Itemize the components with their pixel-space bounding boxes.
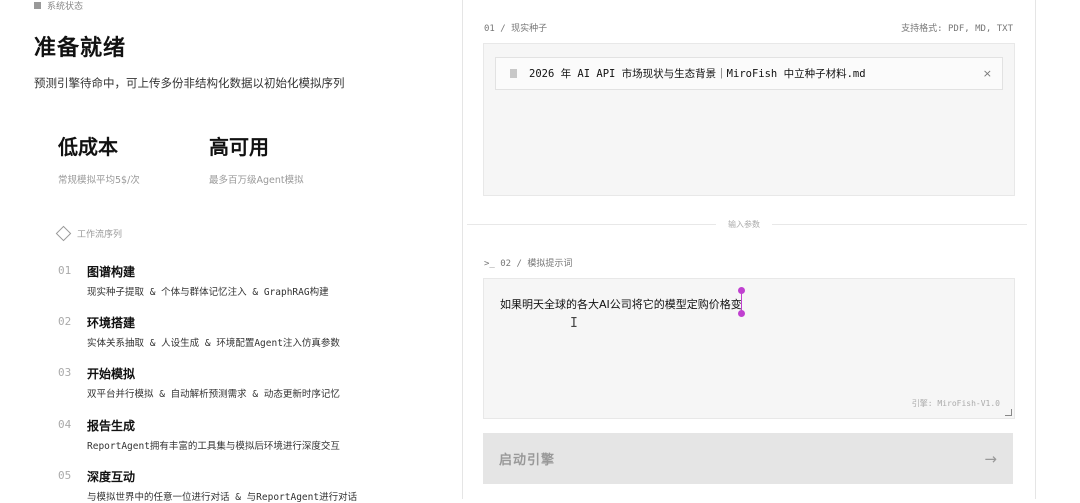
status-label: 系统状态 <box>47 2 84 12</box>
metric-high-availability: 高可用 最多百万级Agent模拟 <box>209 131 304 186</box>
supported-formats: 支持格式: PDF, MD, TXT <box>901 24 1013 34</box>
seed-file-name: 2026 年 AI API 市场现状与生态背景｜MiroFish 中立种子材料.… <box>529 68 866 80</box>
step-description: 与模拟世界中的任意一位进行对话 & 与ReportAgent进行对话 <box>87 492 358 503</box>
console-panel: 01 / 现实种子 支持格式: PDF, MD, TXT 2026 年 AI A… <box>463 0 1035 499</box>
system-status: 系统状态 <box>34 0 83 12</box>
resize-handle-icon[interactable] <box>1005 409 1012 416</box>
panel-edge <box>1035 0 1036 499</box>
seed-label: 01 / 现实种子 <box>484 24 548 34</box>
intro-panel: 系统状态 准备就绪 预测引擎待命中，可上传多份非结构化数据以初始化模拟序列 低成… <box>0 0 462 503</box>
selection-line <box>741 292 742 311</box>
metric-caption: 常规模拟平均5$/次 <box>58 175 140 186</box>
step-title: 报告生成 <box>87 419 136 433</box>
engine-version: 引擎: MiroFish-V1.0 <box>911 399 1000 408</box>
start-engine-label: 启动引擎 <box>499 453 556 468</box>
workflow-header: 工作流序列 <box>55 225 123 242</box>
step-number: 04 <box>58 418 72 431</box>
step-title: 开始模拟 <box>87 367 136 381</box>
remove-file-icon[interactable]: × <box>983 67 992 80</box>
metric-caption: 最多百万级Agent模拟 <box>209 175 304 186</box>
document-icon <box>510 69 517 78</box>
arrow-right-icon: → <box>984 449 997 468</box>
step-title: 环境搭建 <box>87 316 136 330</box>
seed-dropzone[interactable]: 2026 年 AI API 市场现状与生态背景｜MiroFish 中立种子材料.… <box>483 43 1015 196</box>
metric-title: 高可用 <box>209 135 269 159</box>
metric-title: 低成本 <box>58 135 118 159</box>
step-number: 05 <box>58 469 72 482</box>
params-divider-label: 输入参数 <box>716 219 772 230</box>
page-subtitle: 预测引擎待命中，可上传多份非结构化数据以初始化模拟序列 <box>34 76 345 90</box>
step-number: 03 <box>58 366 72 379</box>
selection-handle-end[interactable] <box>738 310 745 317</box>
prompt-label: >_ 02 / 模拟提示词 <box>484 259 573 269</box>
step-description: ReportAgent拥有丰富的工具集与模拟后环境进行深度交互 <box>87 441 340 452</box>
step-description: 双平台并行模拟 & 自动解析预测需求 & 动态更新时序记忆 <box>87 389 340 400</box>
start-engine-button[interactable]: 启动引擎 → <box>483 433 1013 484</box>
status-square-icon <box>34 2 41 9</box>
page-title: 准备就绪 <box>34 36 127 61</box>
prompt-text: 如果明天全球的各大AI公司将它的模型定购价格变 <box>500 298 742 311</box>
text-cursor-icon: I <box>570 316 578 331</box>
seed-file-item: 2026 年 AI API 市场现状与生态背景｜MiroFish 中立种子材料.… <box>495 57 1003 90</box>
step-description: 现实种子提取 & 个体与群体记忆注入 & GraphRAG构建 <box>87 287 329 298</box>
prompt-textarea[interactable]: 如果明天全球的各大AI公司将它的模型定购价格变 I 引擎: MiroFish-V… <box>483 278 1015 419</box>
workflow-header-label: 工作流序列 <box>77 230 123 240</box>
step-title: 图谱构建 <box>87 265 136 279</box>
step-title: 深度互动 <box>87 470 136 484</box>
step-description: 实体关系抽取 & 人设生成 & 环境配置Agent注入仿真参数 <box>87 338 340 349</box>
step-number: 01 <box>58 264 72 277</box>
metric-low-cost: 低成本 常规模拟平均5$/次 <box>58 131 140 186</box>
step-number: 02 <box>58 315 72 328</box>
diamond-icon <box>55 225 72 242</box>
